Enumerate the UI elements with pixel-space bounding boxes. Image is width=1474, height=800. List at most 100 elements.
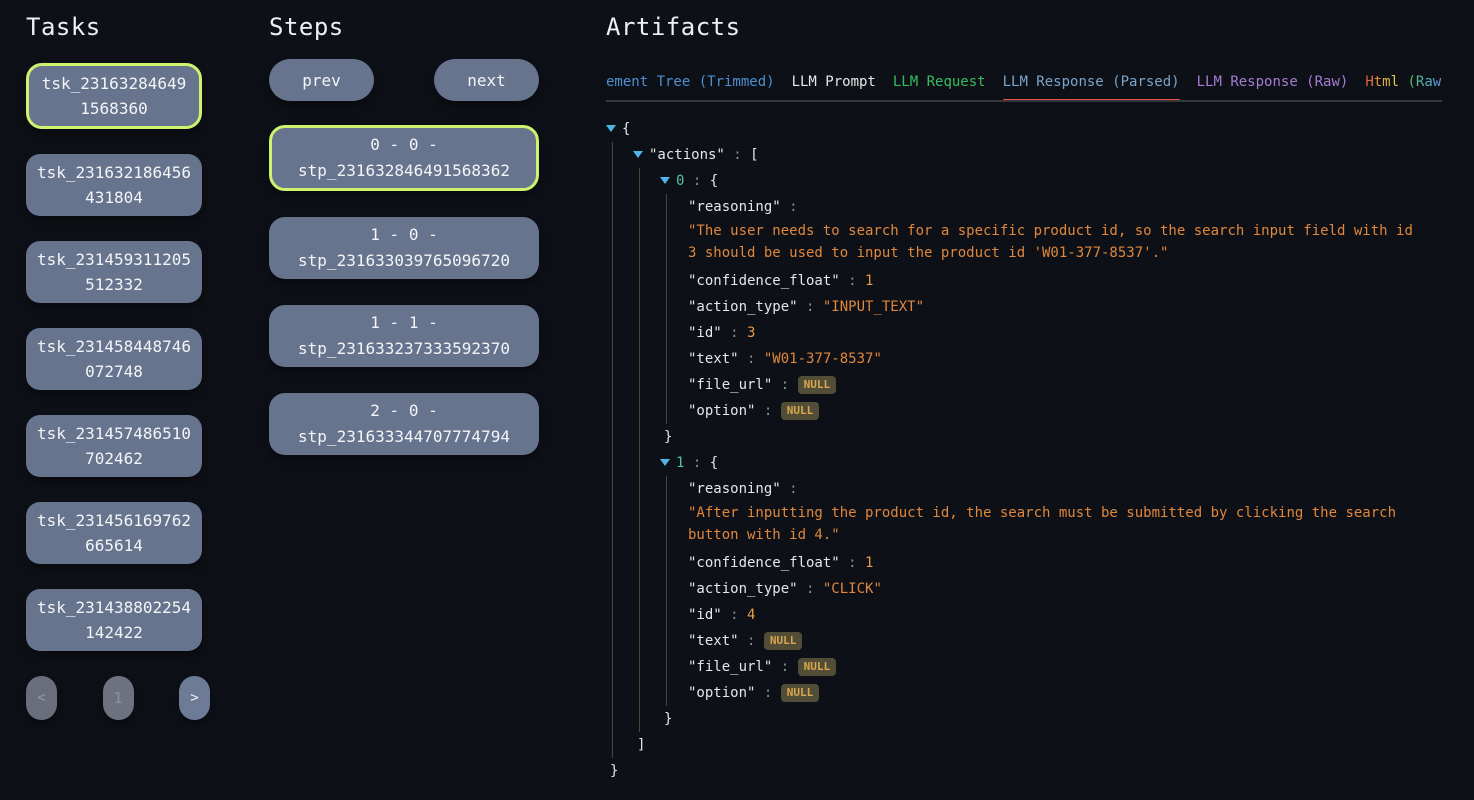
json-brace: } (664, 429, 672, 445)
tab-llm-response-parsed[interactable]: LLM Response (Parsed) (1003, 68, 1180, 100)
steps-prev-button[interactable]: prev (269, 59, 374, 101)
indent-guide (612, 320, 613, 346)
indent-guide (639, 550, 640, 576)
pagination-page-button[interactable]: 1 (103, 676, 134, 720)
indent-guide (612, 550, 613, 576)
json-brace: } (664, 711, 672, 727)
json-key: "id" (688, 325, 722, 341)
collapse-arrow-icon[interactable] (633, 151, 643, 158)
indent-guide (666, 194, 667, 268)
tab-html-raw[interactable]: Html (Raw) (1365, 68, 1442, 100)
indent-guide (612, 268, 613, 294)
page-root: { "page": {"background": "#0d1016", "acc… (0, 0, 1474, 800)
indent-guide (639, 576, 640, 602)
indent-guide (612, 168, 613, 194)
indent-guide (612, 576, 613, 602)
indent-guide (639, 706, 640, 732)
json-string-multiline: "After inputting the product id, the sea… (688, 502, 1416, 550)
indent-guide (612, 654, 613, 680)
artifacts-title: Artifacts (606, 12, 1442, 42)
indent-guide (666, 654, 667, 680)
collapse-arrow-icon[interactable] (606, 125, 616, 132)
json-colon: : (684, 173, 709, 189)
collapse-arrow-icon[interactable] (660, 177, 670, 184)
task-button[interactable]: tsk_231458448746072748 (26, 328, 202, 390)
step-button[interactable]: 1 - 0 - stp_231633039765096720 (269, 217, 539, 279)
indent-guide (639, 654, 640, 680)
tree-row: "id" : 4 (606, 602, 1442, 628)
task-button[interactable]: tsk_231459311205512332 (26, 241, 202, 303)
task-button[interactable]: tsk_231632846491568360 (26, 63, 202, 129)
indent-guide (639, 268, 640, 294)
json-number: 4 (747, 607, 755, 623)
tab-llm-prompt[interactable]: LLM Prompt (792, 68, 876, 100)
indent-guide (666, 680, 667, 706)
indent-guide (612, 294, 613, 320)
tree-row: "file_url" : NULL (606, 372, 1442, 398)
tree-row: "text" : NULL (606, 628, 1442, 654)
json-key: "id" (688, 607, 722, 623)
tree-row: "option" : NULL (606, 680, 1442, 706)
tasks-title: Tasks (26, 12, 202, 42)
collapse-arrow-icon[interactable] (660, 459, 670, 466)
indent-guide (639, 628, 640, 654)
tree-row: } (606, 706, 1442, 732)
task-button-label: tsk_231632846491568360 (39, 71, 189, 121)
json-key: "action_type" (688, 581, 798, 597)
step-button[interactable]: 1 - 1 - stp_231633237333592370 (269, 305, 539, 367)
tab-label: LLM Response (Parsed) (1003, 74, 1180, 90)
indent-guide (639, 450, 640, 476)
step-button[interactable]: 0 - 0 - stp_231632846491568362 (269, 125, 539, 191)
step-button[interactable]: 2 - 0 - stp_231633344707774794 (269, 393, 539, 455)
json-colon: : (772, 659, 797, 675)
tab-label: Html (Raw) (1365, 74, 1442, 90)
indent-guide (612, 450, 613, 476)
indent-guide (612, 680, 613, 706)
indent-guide (639, 372, 640, 398)
indent-guide (639, 424, 640, 450)
indent-guide (612, 476, 613, 550)
tree-row: "confidence_float" : 1 (606, 268, 1442, 294)
indent-guide (612, 602, 613, 628)
tab-llm-response-raw[interactable]: LLM Response (Raw) (1197, 68, 1349, 100)
task-button[interactable]: tsk_231438802254142422 (26, 589, 202, 651)
indent-guide (639, 168, 640, 194)
indent-guide (612, 398, 613, 424)
tasks-panel: Tasks tsk_231632846491568360 tsk_23163218… (26, 12, 202, 720)
task-button[interactable]: tsk_231456169762665614 (26, 502, 202, 564)
json-key: "option" (688, 403, 755, 419)
json-key: "file_url" (688, 659, 772, 675)
indent-guide (612, 424, 613, 450)
indent-guide (612, 732, 613, 758)
tab-llm-request[interactable]: LLM Request (893, 68, 986, 100)
tab-ement-tree-trimmed[interactable]: ement Tree (Trimmed) (606, 68, 775, 100)
step-button-label: 1 - 1 - stp_231633237333592370 (287, 310, 521, 362)
indent-guide (666, 576, 667, 602)
steps-next-button[interactable]: next (434, 59, 539, 101)
json-colon: : (722, 325, 747, 341)
json-brace: { (710, 455, 718, 471)
indent-guide (666, 398, 667, 424)
pagination-next-button[interactable]: > (179, 676, 210, 720)
json-number: 3 (747, 325, 755, 341)
json-key: "file_url" (688, 377, 772, 393)
json-colon: : (840, 273, 865, 289)
json-key: "reasoning" (688, 199, 781, 215)
task-button[interactable]: tsk_231457486510702462 (26, 415, 202, 477)
null-badge: NULL (764, 632, 803, 650)
task-button-label: tsk_231632186456431804 (36, 160, 192, 210)
tree-row: "confidence_float" : 1 (606, 550, 1442, 576)
json-string: "CLICK" (823, 581, 882, 597)
json-brace: { (710, 173, 718, 189)
task-list: tsk_231632846491568360 tsk_23163218645643… (26, 63, 202, 651)
json-brace: } (610, 763, 618, 779)
active-tab-indicator (1003, 99, 1180, 102)
indent-guide (666, 476, 667, 550)
task-button[interactable]: tsk_231632186456431804 (26, 154, 202, 216)
pagination-prev-button[interactable]: < (26, 676, 57, 720)
json-key: "text" (688, 351, 739, 367)
task-button-label: tsk_231438802254142422 (36, 595, 192, 645)
indent-guide (639, 476, 640, 550)
indent-guide (666, 346, 667, 372)
indent-guide (666, 550, 667, 576)
